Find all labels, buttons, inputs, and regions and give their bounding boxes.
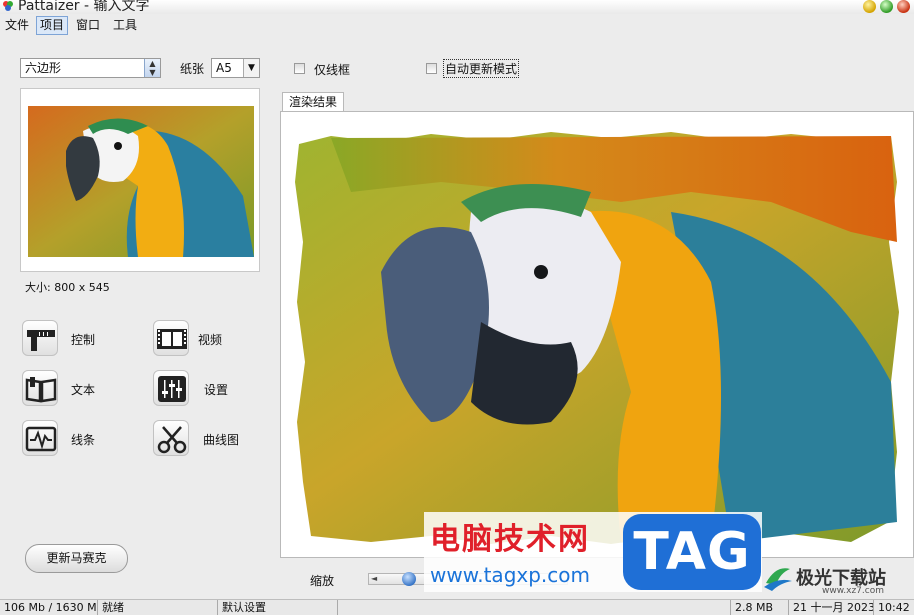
lines-label[interactable]: 线条 <box>71 431 95 448</box>
paper-select[interactable]: A5 ▼ <box>211 58 260 78</box>
update-mosaic-button[interactable]: 更新马赛克 <box>25 544 128 573</box>
wireframe-checkbox[interactable] <box>294 63 305 74</box>
render-panel <box>280 111 914 558</box>
shape-select-value: 六边形 <box>25 61 62 75</box>
chevron-down-icon[interactable]: ▼ <box>243 59 259 77</box>
menu-bar: 文件 项目 窗口 工具 <box>0 14 914 36</box>
image-size-label: 大小: 800 x 545 <box>25 281 110 294</box>
watermark-logo-url: www.xz7.com <box>822 586 884 596</box>
window-title: Pattaizer - 输入文字 <box>18 0 150 14</box>
aurora-logo-icon <box>764 568 792 591</box>
minimize-button[interactable] <box>863 0 876 13</box>
source-preview <box>20 88 260 272</box>
status-spacer <box>338 600 731 615</box>
autoupdate-label: 自动更新模式 <box>442 59 520 78</box>
menu-file[interactable]: 文件 <box>2 16 32 35</box>
maximize-button[interactable] <box>880 0 893 13</box>
menu-window[interactable]: 窗口 <box>73 16 103 35</box>
menu-project[interactable]: 项目 <box>36 16 69 35</box>
menu-tools[interactable]: 工具 <box>110 16 140 35</box>
control-label[interactable]: 控制 <box>71 331 95 348</box>
mosaic-render-image <box>291 122 903 552</box>
paper-label: 纸张 <box>180 62 205 76</box>
watermark-site-name: 电脑技术网 <box>430 522 590 557</box>
title-bar: Pattaizer - 输入文字 <box>0 0 914 14</box>
watermark-site-url: www.tagxp.com <box>430 563 590 587</box>
status-time: 10:42 <box>878 601 910 614</box>
status-bar: 106 Mb / 1630 Mb 就绪 默认设置 2.8 MB 21 十一月 2… <box>0 599 914 615</box>
status-preset: 默认设置 <box>218 600 338 615</box>
status-filesize: 2.8 MB <box>731 600 789 615</box>
lines-pulse-icon[interactable] <box>22 420 58 456</box>
parrot-thumbnail <box>28 106 254 257</box>
curve-label[interactable]: 曲线图 <box>203 431 239 448</box>
text-label[interactable]: 文本 <box>71 381 95 398</box>
status-memory: 106 Mb / 1630 Mb <box>0 600 98 615</box>
status-date: 21 十一月 2023 <box>789 600 874 615</box>
video-film-icon[interactable] <box>153 320 189 356</box>
tab-render-result[interactable]: 渲染结果 <box>282 92 344 112</box>
autoupdate-checkbox[interactable] <box>426 63 437 74</box>
wireframe-label: 仅线框 <box>314 63 351 77</box>
zoom-slider-handle[interactable] <box>402 572 416 586</box>
settings-label[interactable]: 设置 <box>204 381 228 398</box>
shape-select[interactable]: 六边形 ▲ ▼ <box>20 58 161 78</box>
watermark-logo: 极光下载站 www.xz7.com <box>762 563 912 596</box>
settings-sliders-icon[interactable] <box>153 370 189 406</box>
close-button[interactable] <box>897 0 910 13</box>
scroll-left-icon[interactable]: ◄ <box>371 574 377 584</box>
spin-arrows-icon[interactable]: ▲ ▼ <box>144 59 160 77</box>
status-state: 就绪 <box>98 600 218 615</box>
video-label[interactable]: 视频 <box>198 331 222 348</box>
text-book-icon[interactable] <box>22 370 58 406</box>
scissors-icon[interactable] <box>153 420 189 456</box>
zoom-label: 缩放 <box>310 574 335 588</box>
app-icon <box>3 1 13 11</box>
watermark-tag-badge: TAG <box>623 514 761 590</box>
control-ruler-icon[interactable] <box>22 320 58 356</box>
paper-select-value: A5 <box>216 61 232 75</box>
